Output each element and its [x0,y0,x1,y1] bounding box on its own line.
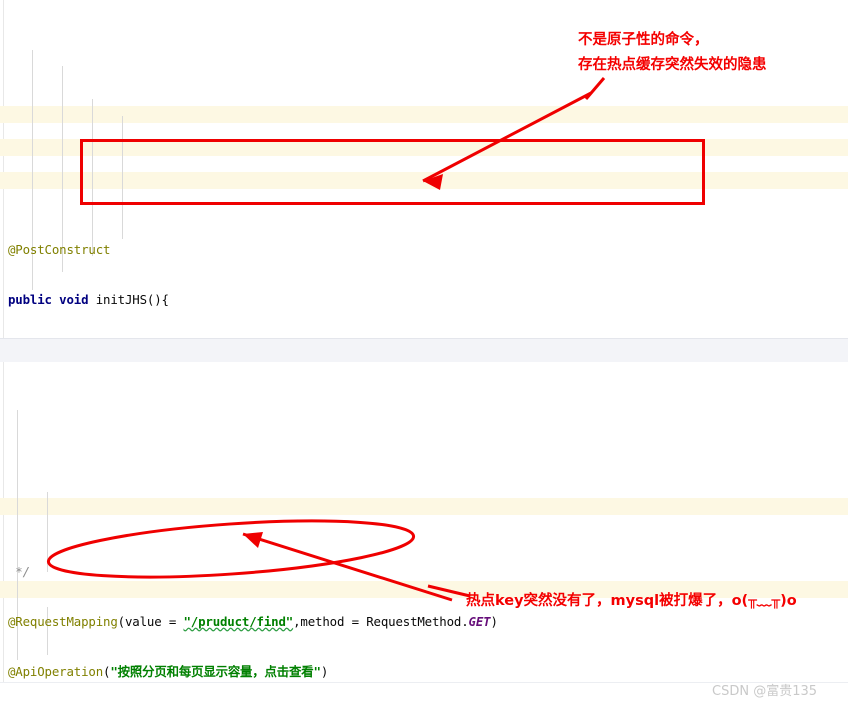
line-highlight-band [0,172,848,189]
code-block-top[interactable]: @PostConstruct public void initJHS(){ lo… [0,0,848,338]
code-editor-top-pane[interactable]: @PostConstruct public void initJHS(){ lo… [0,0,848,338]
code-line: @RequestMapping(value = "/pruduct/find",… [8,613,498,629]
code-line: @ApiOperation("按照分页和每页显示容量，点击查看") [8,663,329,679]
indent-guide [92,99,93,256]
code-line: public void initJHS(){ [8,292,169,308]
line-highlight-band [0,581,848,598]
line-highlight-band [0,106,848,123]
code-line: */ [8,564,30,580]
code-line: @PostConstruct [8,242,111,258]
screenshot-root: @PostConstruct public void initJHS(){ lo… [0,0,848,706]
bottom-edge-strip [0,682,848,706]
indent-guide [47,492,48,572]
line-highlight-band [0,498,848,515]
pane-separator [0,338,848,364]
code-editor-bottom-pane[interactable]: */ @RequestMapping(value = "/pruduct/fin… [0,362,848,682]
code-block-bottom[interactable]: */ @RequestMapping(value = "/pruduct/fin… [0,362,848,682]
line-highlight-band [0,139,848,156]
indent-guide [122,116,123,239]
